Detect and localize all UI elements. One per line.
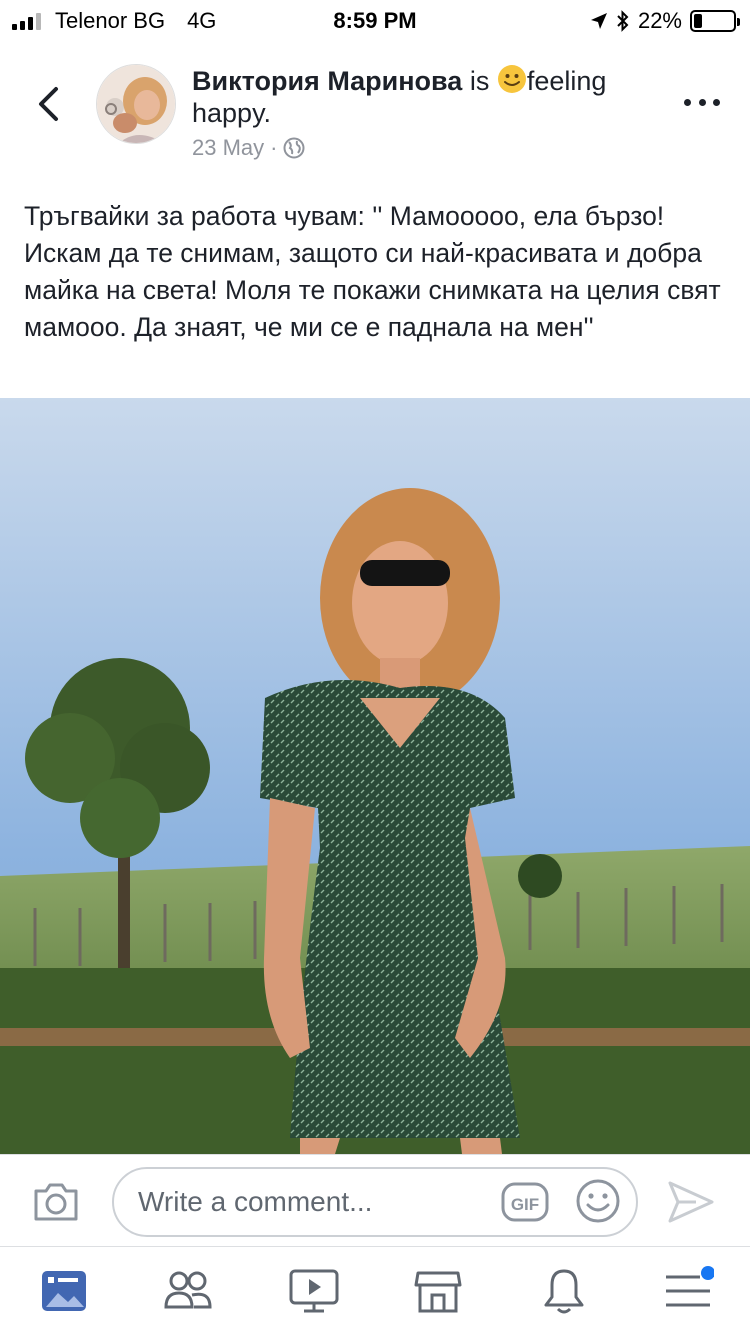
post-photo[interactable] xyxy=(0,398,750,1154)
watch-icon xyxy=(289,1269,339,1313)
bluetooth-icon xyxy=(617,10,629,32)
comment-bar: Write a comment... GIF xyxy=(0,1154,750,1246)
camera-icon xyxy=(34,1183,78,1221)
author-avatar[interactable] xyxy=(96,64,176,144)
send-icon xyxy=(668,1181,714,1223)
meta-separator: · xyxy=(270,135,278,160)
notifications-icon xyxy=(544,1269,584,1314)
camera-button[interactable] xyxy=(32,1179,80,1223)
tab-notifications[interactable] xyxy=(538,1265,590,1317)
more-options-button[interactable] xyxy=(684,94,720,110)
comment-placeholder: Write a comment... xyxy=(138,1186,373,1217)
is-text: is xyxy=(469,66,490,96)
globe-icon xyxy=(283,137,305,159)
tab-menu[interactable] xyxy=(662,1265,715,1317)
smiley-icon xyxy=(576,1179,620,1223)
status-bar: Telenor BG 4G 8:59 PM 22% xyxy=(0,0,750,40)
post-text: Тръгвайки за работа чувам: '' Мамооооо, … xyxy=(24,201,721,342)
friends-icon xyxy=(164,1271,212,1309)
tab-bar xyxy=(0,1246,750,1334)
tab-friends[interactable] xyxy=(162,1265,214,1317)
more-dot xyxy=(713,98,720,106)
tab-news-feed[interactable] xyxy=(38,1265,90,1317)
menu-icon xyxy=(666,1266,715,1307)
emoji-button[interactable] xyxy=(574,1177,622,1225)
avatar-image xyxy=(97,65,175,143)
chevron-left-icon xyxy=(39,87,58,121)
battery-icon xyxy=(690,10,740,32)
status-right: 22% xyxy=(590,8,740,34)
happy-emoji-icon xyxy=(497,65,526,93)
header-line: Виктория Маринова is feeling happy. xyxy=(192,64,662,129)
post-meta: 23 May · xyxy=(192,135,662,161)
more-dots-icon xyxy=(684,98,691,106)
send-button[interactable] xyxy=(666,1179,716,1225)
author-name[interactable]: Виктория Маринова xyxy=(192,66,462,96)
marketplace-icon xyxy=(414,1271,462,1313)
gif-button[interactable]: GIF xyxy=(500,1179,550,1225)
svg-text:GIF: GIF xyxy=(511,1195,539,1214)
location-arrow-icon xyxy=(590,13,607,29)
post-header: Виктория Маринова is feeling happy. 23 M… xyxy=(192,64,662,161)
back-button[interactable] xyxy=(30,84,66,124)
battery-percent: 22% xyxy=(637,8,682,33)
gif-icon: GIF xyxy=(501,1182,549,1222)
comment-input[interactable]: Write a comment... xyxy=(112,1167,638,1237)
post-date[interactable]: 23 May xyxy=(192,135,264,161)
news-feed-icon xyxy=(42,1271,86,1311)
tab-watch[interactable] xyxy=(288,1265,340,1317)
tab-marketplace[interactable] xyxy=(412,1265,464,1317)
more-dot xyxy=(698,98,706,106)
photo-image xyxy=(0,398,750,1154)
